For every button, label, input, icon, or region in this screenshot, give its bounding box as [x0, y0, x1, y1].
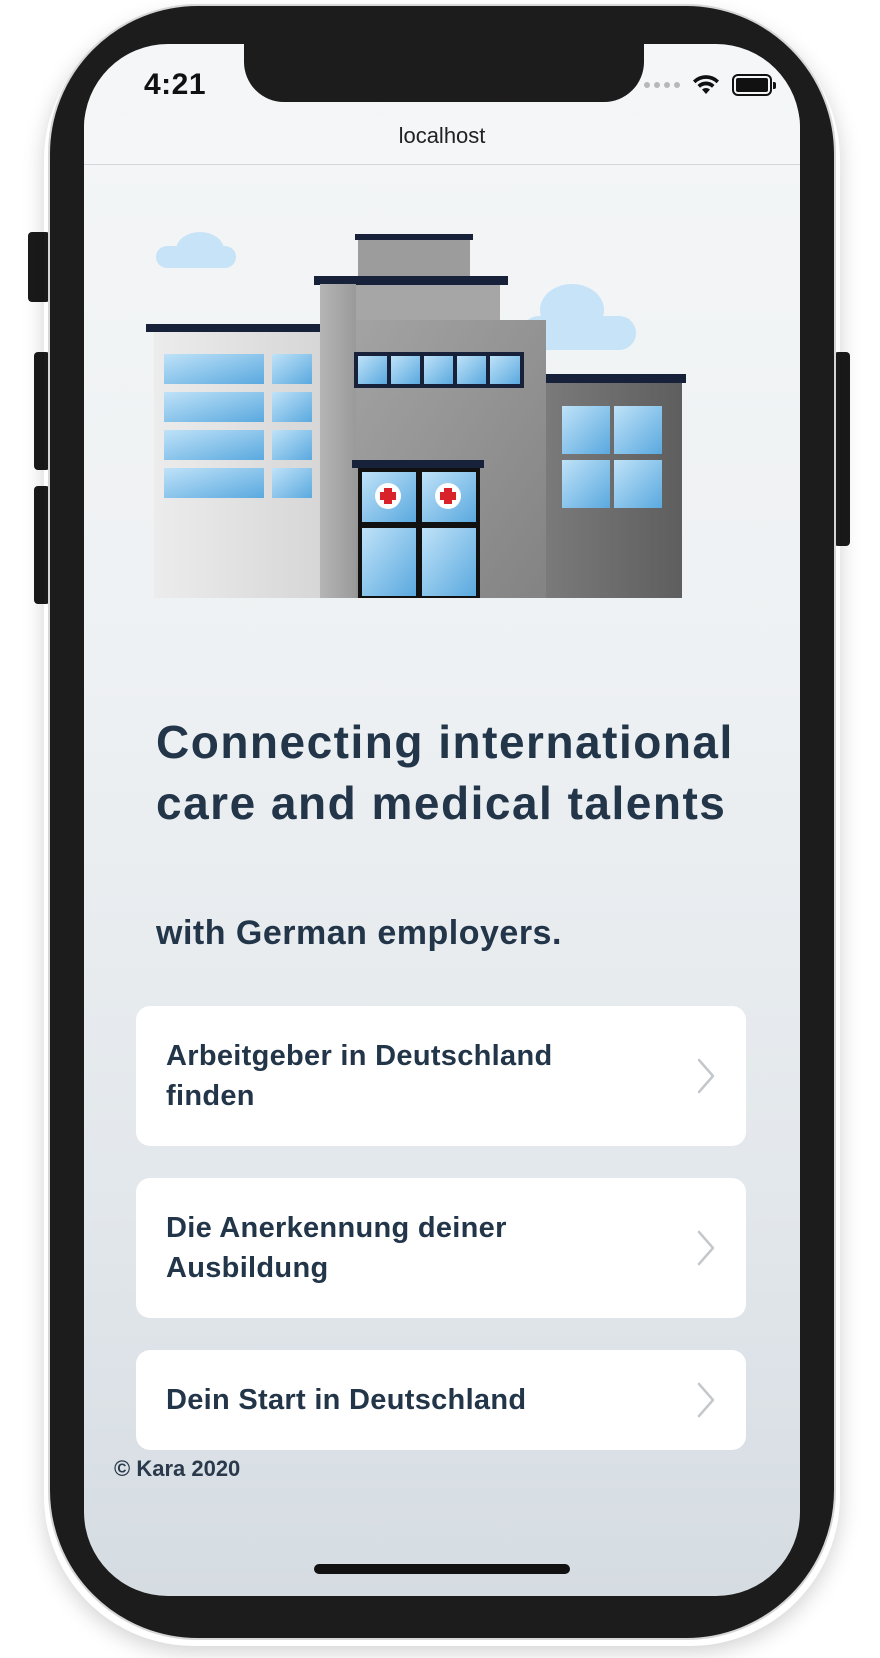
nav-card-label: Dein Start in Deutschland	[166, 1384, 527, 1416]
wifi-icon	[693, 75, 719, 94]
battery-icon	[732, 74, 776, 96]
status-icons	[644, 74, 776, 96]
phone-screen: 4:21 localhost Connecting international …	[84, 44, 800, 1596]
phone-notch	[244, 44, 644, 102]
page-headline: Connecting international care and medica…	[156, 716, 734, 829]
chevron-right-icon	[697, 1058, 715, 1094]
nav-card-label: Arbeitgeber in Deutschland finden	[166, 1040, 553, 1112]
browser-url-bar[interactable]: localhost	[84, 114, 800, 165]
page-subheadline: with German employers.	[156, 914, 562, 952]
device-stage: 4:21 localhost Connecting international …	[0, 0, 880, 1658]
chevron-right-icon	[697, 1230, 715, 1266]
footer-copyright: © Kara 2020	[114, 1456, 241, 1481]
url-text: localhost	[398, 123, 486, 148]
status-time: 4:21	[144, 68, 207, 101]
home-indicator[interactable]	[314, 1564, 570, 1574]
nav-card-label: Die Anerkennung deiner Ausbildung	[166, 1212, 507, 1284]
nav-card-recognition[interactable]: Die Anerkennung deiner Ausbildung	[136, 1178, 746, 1318]
nav-card-find-employer[interactable]: Arbeitgeber in Deutschland finden	[136, 1006, 746, 1146]
chevron-right-icon	[697, 1382, 715, 1418]
hospital-building-illustration	[146, 232, 686, 598]
signal-dots-icon	[644, 82, 680, 88]
nav-card-start-in-germany[interactable]: Dein Start in Deutschland	[136, 1350, 746, 1450]
